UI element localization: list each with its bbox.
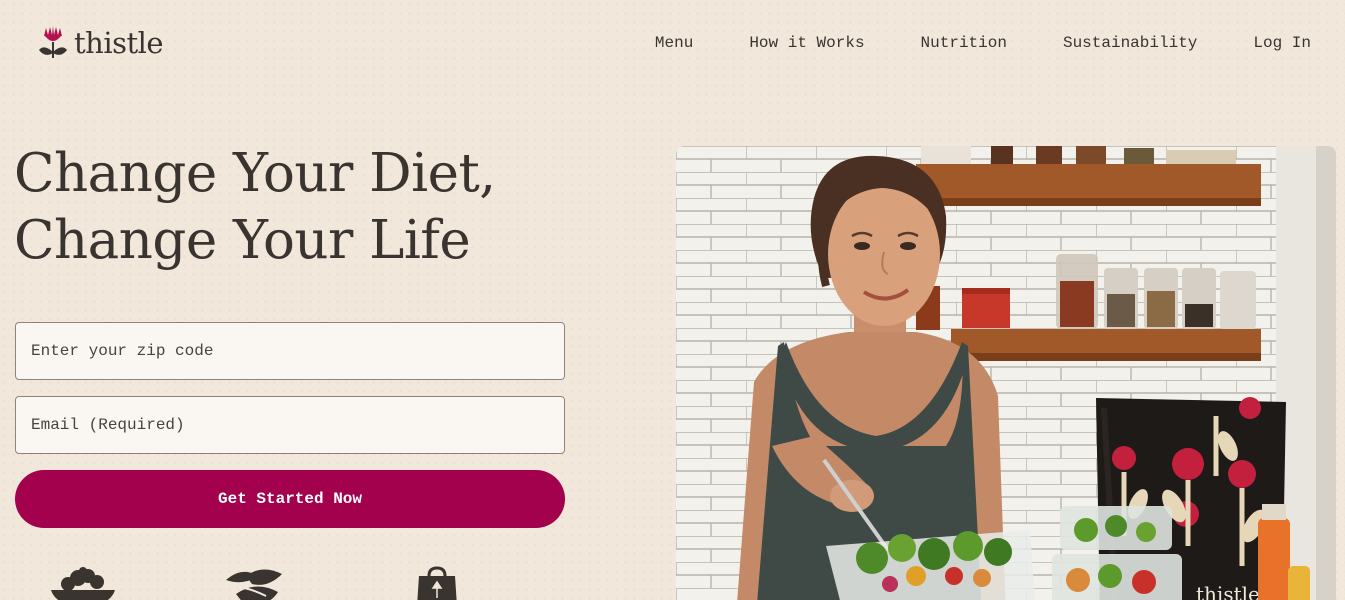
nav-item-log-in[interactable]: Log In xyxy=(1253,34,1311,52)
hero-title: Change Your Diet, Change Your Life xyxy=(14,140,496,274)
salad-bowl-icon xyxy=(51,567,115,600)
nav-item-menu[interactable]: Menu xyxy=(655,34,693,52)
leaf-icon xyxy=(226,569,282,600)
bag-brand-text: thistle xyxy=(1196,582,1260,600)
zip-code-input[interactable] xyxy=(15,322,565,380)
woman-eating-salad-image: thistle xyxy=(676,146,1336,600)
get-started-button[interactable]: Get Started Now xyxy=(15,470,565,528)
thistle-flower-icon xyxy=(39,26,67,58)
email-input[interactable] xyxy=(15,396,565,454)
nav-item-sustainability[interactable]: Sustainability xyxy=(1063,34,1197,52)
hero-title-line-1: Change Your Diet, xyxy=(14,143,496,204)
landing-page: thistle Menu How it Works Nutrition Sust… xyxy=(0,0,1345,600)
nav-item-nutrition[interactable]: Nutrition xyxy=(921,34,1007,52)
hero-title-line-2: Change Your Life xyxy=(14,210,471,271)
main-nav: Menu How it Works Nutrition Sustainabili… xyxy=(655,34,1311,52)
brand-name: thistle xyxy=(74,25,164,60)
hero-photo: thistle xyxy=(676,146,1336,600)
shopping-bag-icon xyxy=(417,566,457,600)
brand-logo[interactable]: thistle xyxy=(38,25,164,60)
nav-item-how-it-works[interactable]: How it Works xyxy=(749,34,864,52)
